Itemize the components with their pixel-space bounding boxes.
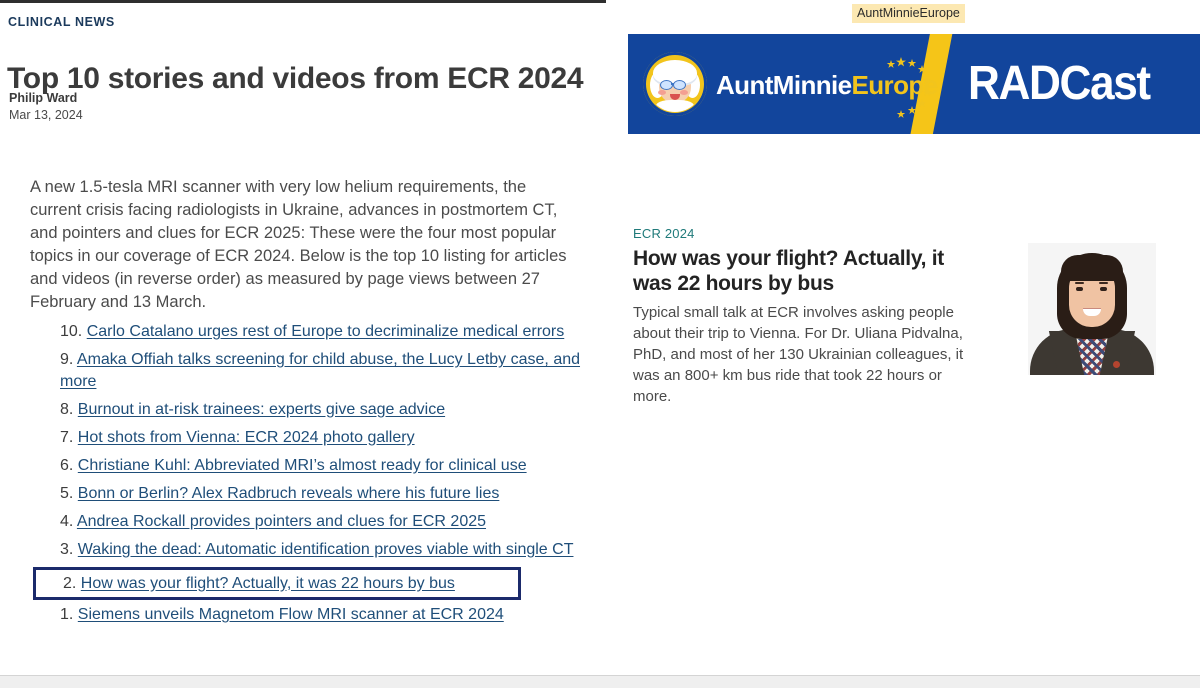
radcast-wordmark: RADCast [968,57,1151,110]
list-item-number: 2. [63,574,77,592]
list-item: 4. Andrea Rockall provides pointers and … [60,511,580,533]
story-link[interactable]: Siemens unveils Magnetom Flow MRI scanne… [78,606,504,623]
story-link[interactable]: Bonn or Berlin? Alex Radbruch reveals wh… [78,485,500,502]
site-tooltip: AuntMinnieEurope [852,4,965,23]
list-item-number: 1. [60,606,74,623]
list-item-number: 7. [60,428,74,446]
article-author: Philip Ward [9,91,78,105]
story-link[interactable]: Burnout in at-risk trainees: experts giv… [78,401,445,418]
feature-card-tag[interactable]: ECR 2024 [633,226,695,241]
list-item-number: 9. [60,351,74,368]
feature-card-portrait-photo [1028,243,1156,375]
story-link[interactable]: Carlo Catalano urges rest of Europe to d… [87,323,565,340]
article-kicker: CLINICAL NEWS [8,15,115,29]
article-date: Mar 13, 2024 [9,108,83,122]
list-item-number: 3. [60,540,74,558]
list-item-number: 4. [60,512,74,530]
list-item: 2. How was your flight? Actually, it was… [33,566,521,600]
list-item: 10. Carlo Catalano urges rest of Europe … [60,321,580,343]
story-link[interactable]: Christiane Kuhl: Abbreviated MRI’s almos… [78,457,527,474]
top-stories-list: 10. Carlo Catalano urges rest of Europe … [33,321,580,632]
story-link[interactable]: How was your flight? Actually, it was 22… [81,575,455,592]
list-item-number: 8. [60,400,74,418]
feature-card-summary: Typical small talk at ECR involves askin… [633,304,964,405]
auntminnie-logo-icon [643,52,707,116]
list-item: 6. Christiane Kuhl: Abbreviated MRI’s al… [60,455,580,477]
radcast-banner[interactable]: AuntMinnieEurope RADCast [628,34,1200,134]
logo-word-auntminnie: AuntMinnie [716,70,852,100]
list-item: 5. Bonn or Berlin? Alex Radbruch reveals… [60,483,580,505]
list-item: 1. Siemens unveils Magnetom Flow MRI sca… [60,604,580,626]
list-item-number: 10. [60,323,83,340]
feature-card-title[interactable]: How was your flight? Actually, it was 22… [633,246,963,296]
page-root: CLINICAL NEWS Top 10 stories and videos … [0,0,1200,688]
page-title: Top 10 stories and videos from ECR 2024 [7,62,584,96]
list-item-number: 5. [60,484,74,502]
list-item: 3. Waking the dead: Automatic identifica… [60,539,580,561]
eu-stars-icon [886,57,932,118]
list-item: 8. Burnout in at-risk trainees: experts … [60,399,580,421]
story-link[interactable]: Waking the dead: Automatic identificatio… [78,541,574,558]
list-item-number: 6. [60,456,74,474]
story-link[interactable]: Andrea Rockall provides pointers and clu… [77,513,486,530]
browser-bottom-strip [0,675,1200,688]
article-lede-paragraph: A new 1.5-tesla MRI scanner with very lo… [30,177,567,311]
story-link[interactable]: Hot shots from Vienna: ECR 2024 photo ga… [78,429,415,446]
list-item: 9. Amaka Offiah talks screening for chil… [60,349,580,392]
list-item: 7. Hot shots from Vienna: ECR 2024 photo… [60,427,580,449]
article-column: CLINICAL NEWS Top 10 stories and videos … [0,3,606,675]
story-link[interactable]: Amaka Offiah talks screening for child a… [60,351,580,390]
